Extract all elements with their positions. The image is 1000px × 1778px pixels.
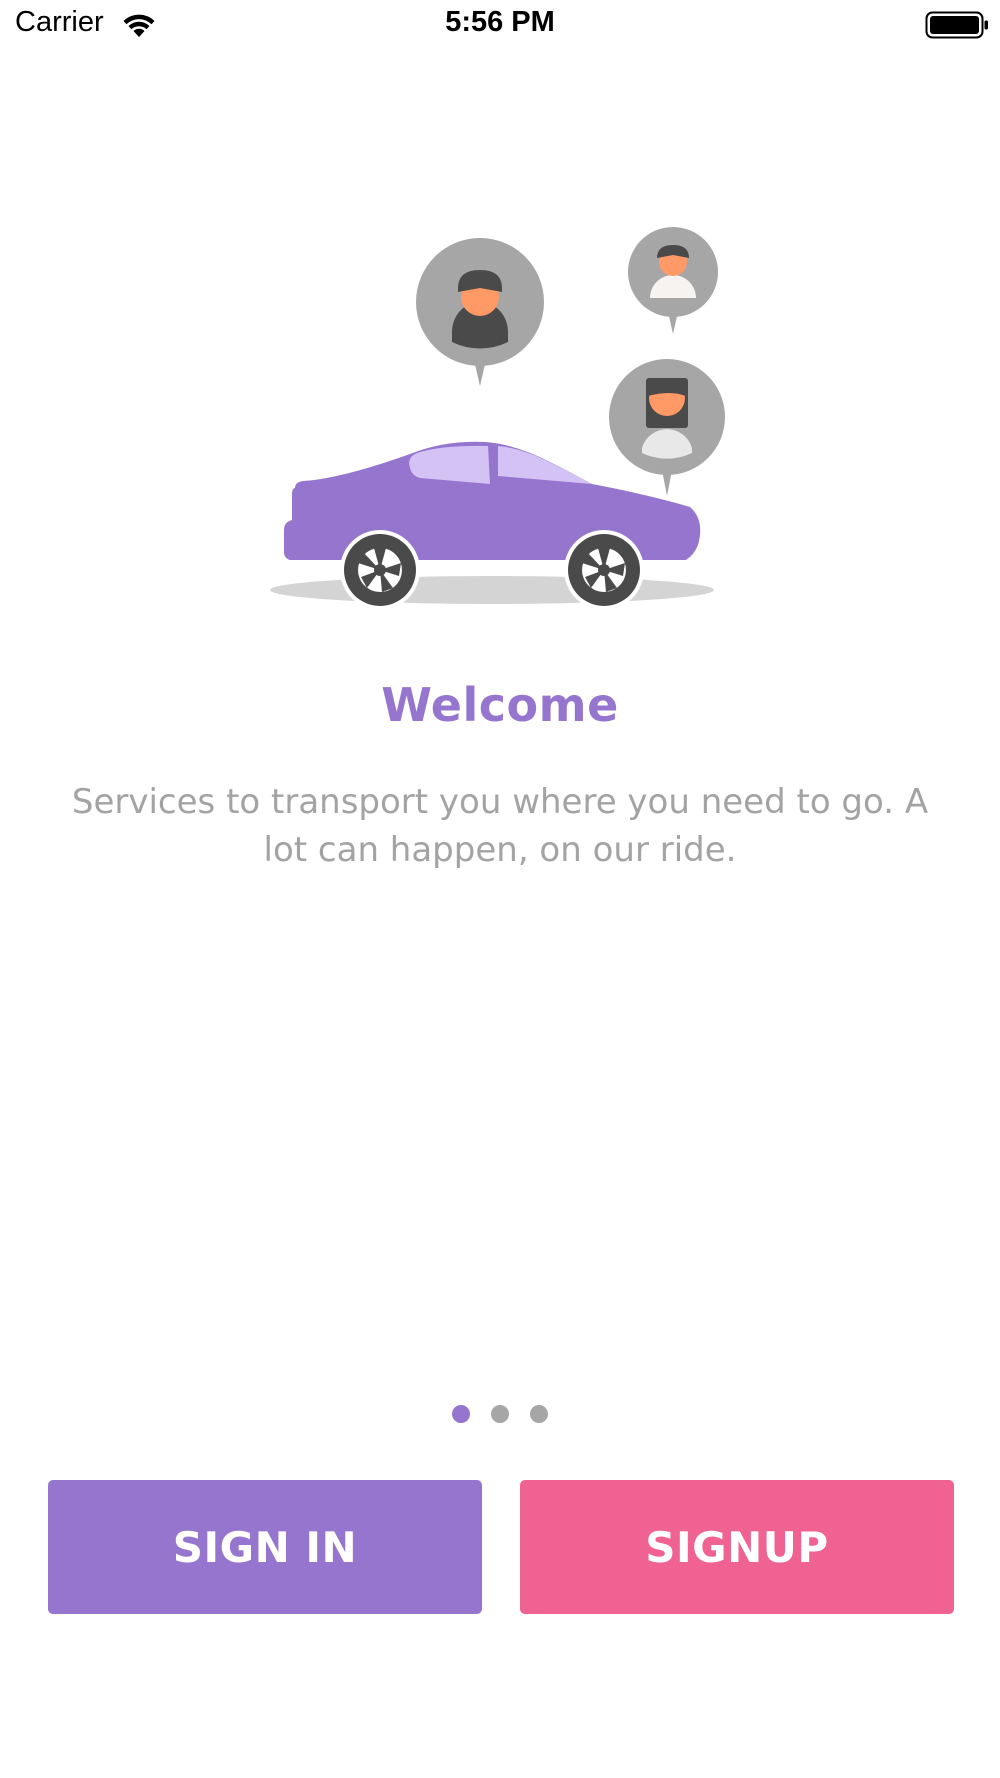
front-wheel-icon — [340, 530, 420, 610]
page-indicator[interactable] — [0, 1405, 1000, 1425]
battery-full-icon — [925, 11, 988, 39]
page-dot-3[interactable] — [530, 1405, 548, 1423]
sign-in-button[interactable]: SIGN IN — [48, 1480, 482, 1614]
signup-button[interactable]: SIGNUP — [520, 1480, 954, 1614]
passenger-avatar-small-icon — [628, 227, 718, 334]
passenger-avatar-female-icon — [609, 359, 725, 496]
status-time: 5:56 PM — [445, 6, 555, 38]
status-bar: Carrier 5:56 PM — [0, 0, 1000, 52]
welcome-description: Services to transport you where you need… — [71, 782, 929, 870]
car-with-passengers-illustration — [270, 227, 725, 610]
page-dot-2[interactable] — [491, 1405, 509, 1423]
passenger-avatar-male-icon — [416, 238, 544, 386]
rear-wheel-icon — [564, 530, 644, 610]
welcome-title: Welcome — [381, 678, 619, 732]
page-dot-1[interactable] — [452, 1405, 470, 1423]
